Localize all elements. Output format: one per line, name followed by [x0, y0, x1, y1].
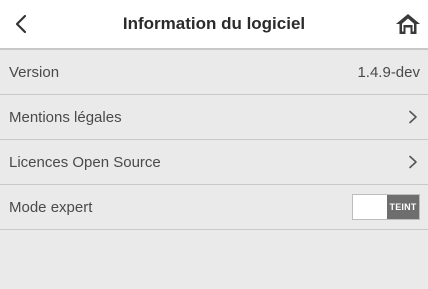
- chevron-left-icon: [15, 14, 27, 34]
- back-button[interactable]: [6, 9, 36, 39]
- page-title: Information du logiciel: [122, 14, 306, 33]
- version-row: Version 1.4.9-dev: [0, 50, 428, 95]
- toggle-knob: [353, 195, 387, 219]
- home-icon: [396, 14, 420, 34]
- expert-mode-label: Mode expert: [9, 198, 93, 216]
- open-source-licenses-row[interactable]: Licences Open Source: [0, 140, 428, 185]
- legal-notices-label: Mentions légales: [9, 108, 122, 126]
- chevron-right-icon: [409, 155, 417, 169]
- expert-mode-toggle[interactable]: TEINT: [352, 194, 420, 220]
- settings-list: Version 1.4.9-dev Mentions légales Licen…: [0, 50, 428, 230]
- toggle-state-label: TEINT: [387, 195, 419, 219]
- home-button[interactable]: [392, 9, 424, 39]
- open-source-licenses-label: Licences Open Source: [9, 153, 161, 171]
- expert-mode-row: Mode expert TEINT: [0, 185, 428, 230]
- legal-notices-row[interactable]: Mentions légales: [0, 95, 428, 140]
- version-label: Version: [9, 63, 60, 81]
- chevron-right-icon: [409, 110, 417, 124]
- version-value: 1.4.9-dev: [357, 63, 420, 81]
- top-bar: Information du logiciel: [0, 0, 428, 50]
